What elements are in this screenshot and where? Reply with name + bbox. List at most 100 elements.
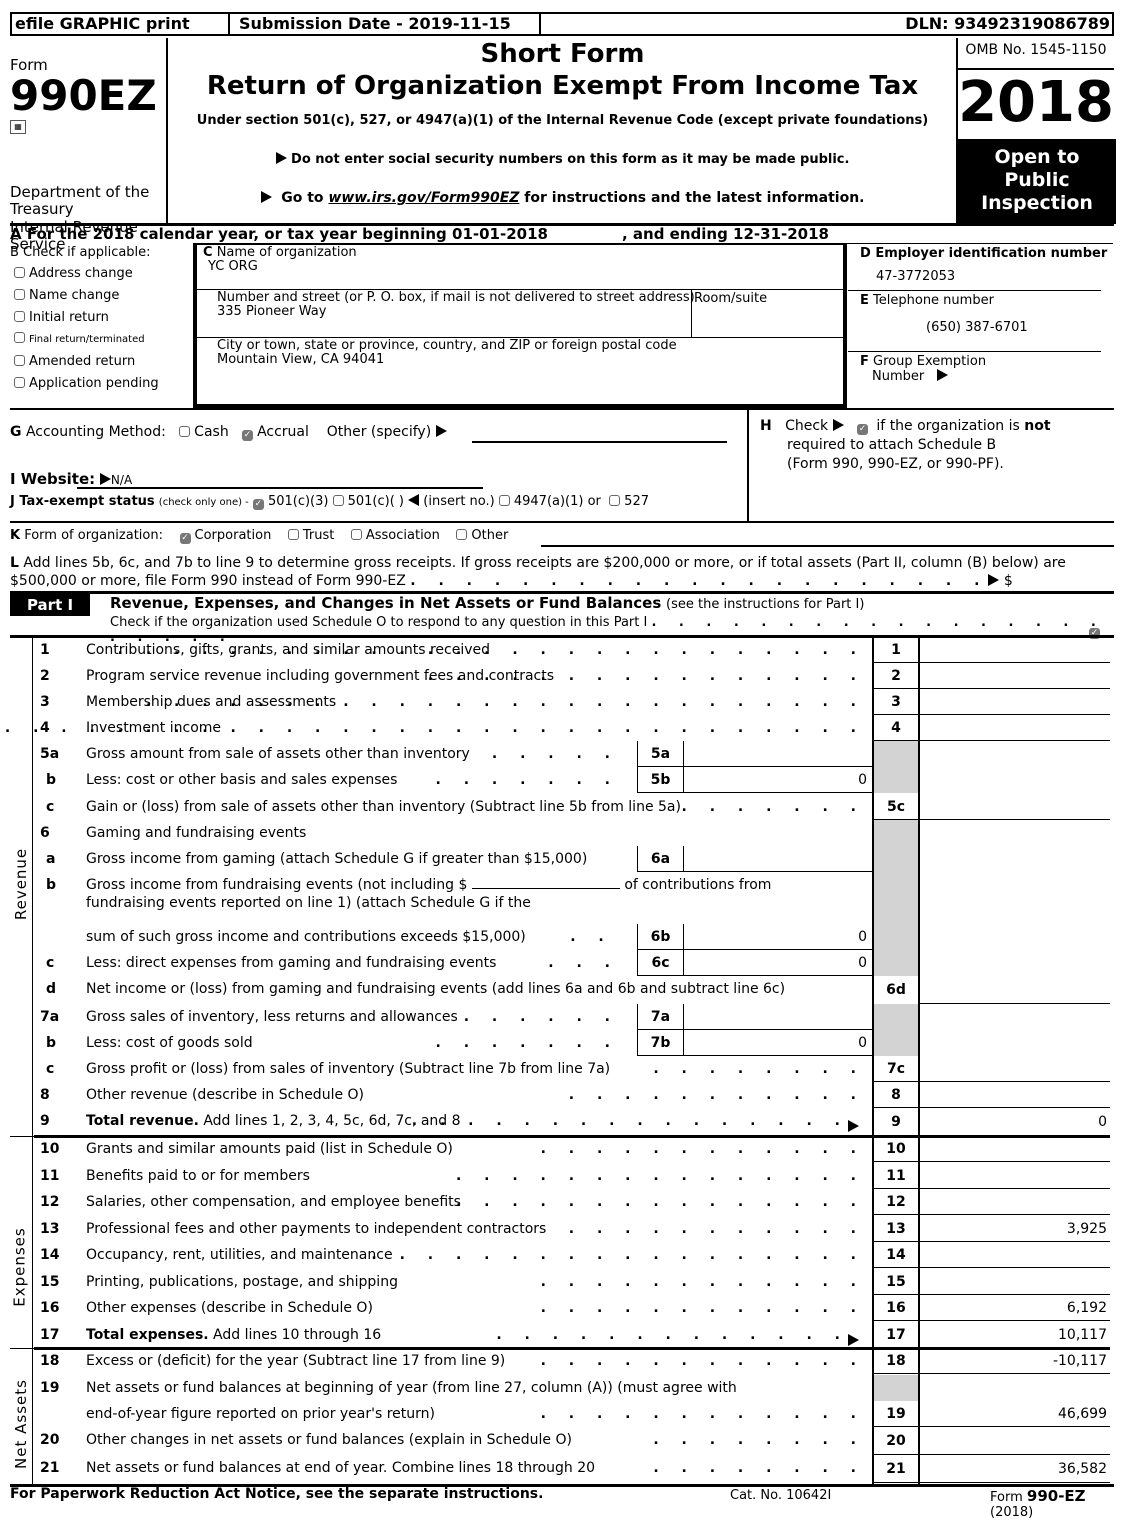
leader-dots: . . . . . . .: [681, 799, 865, 815]
option-501c[interactable]: 501(c)( ): [332, 494, 404, 509]
schedule-b-checkbox[interactable]: ✓: [856, 424, 868, 435]
pdf-icon[interactable]: ▦: [10, 120, 26, 134]
line-number: d: [46, 981, 57, 997]
option-application-pending[interactable]: Application pending: [14, 373, 159, 395]
sub-amount-field[interactable]: 7b 0: [637, 1030, 873, 1056]
sub-line-label: 6a: [638, 846, 684, 871]
line-a-begin: A For the 2018 calendar year, or tax yea…: [10, 225, 548, 243]
option-final-return[interactable]: Final return/terminated: [14, 329, 159, 351]
city-field[interactable]: City or town, state or province, country…: [217, 339, 677, 367]
radio-icon[interactable]: [14, 355, 25, 366]
section-e[interactable]: E Telephone number (650) 387-6701: [860, 293, 1028, 335]
open-line-1: Open to: [994, 146, 1080, 168]
option-label: Final return/terminated: [29, 334, 145, 345]
table-row: 7a Gross sales of inventory, less returns…: [0, 1004, 1129, 1030]
amount-value[interactable]: 10,117: [920, 1322, 1110, 1348]
line-label: Benefits paid to or for members: [86, 1168, 310, 1184]
year-block: OMB No. 1545-1150 2018 Open to Public In…: [956, 38, 1116, 224]
table-row: d Net income or (loss) from gaming and fu…: [0, 976, 1129, 1004]
amount-value[interactable]: -10,117: [920, 1348, 1110, 1374]
leader-dots: . . . . . . . . . . . . . . . . . . . . …: [145, 694, 865, 710]
amount-value[interactable]: 3,925: [920, 1216, 1110, 1242]
line-box-label: 20: [886, 1433, 906, 1449]
line-label-3: sum of such gross income and contributio…: [86, 924, 613, 950]
option-corporation[interactable]: ✓ Corporation: [179, 528, 271, 544]
line-label: Net assets or fund balances at end of ye…: [86, 1460, 596, 1476]
table-row: 5a Gross amount from sale of assets other…: [0, 741, 1129, 767]
radio-icon[interactable]: [350, 529, 362, 540]
line-number: c: [46, 1061, 55, 1077]
sub-amount-field[interactable]: 6c 0: [637, 950, 873, 976]
radio-icon[interactable]: [609, 495, 621, 506]
checkbox-checked-icon[interactable]: ✓: [252, 499, 264, 510]
option-501c3[interactable]: ✓ 501(c)(3): [252, 494, 328, 510]
option-address-change[interactable]: Address change: [14, 263, 159, 285]
radio-icon[interactable]: [332, 495, 344, 506]
checkbox-checked-icon[interactable]: ✓: [179, 533, 191, 544]
leader-dots: . . . . . .: [463, 1009, 619, 1025]
e-letter: E: [860, 293, 869, 308]
option-cash[interactable]: Cash: [179, 424, 229, 440]
option-4947[interactable]: 4947(a)(1) or: [498, 494, 601, 509]
other-form-input[interactable]: [541, 545, 1114, 547]
amount-value[interactable]: 0: [920, 1108, 1110, 1136]
line-label: Gross sales of inventory, less returns a…: [86, 1009, 458, 1025]
option-association[interactable]: Association: [350, 528, 440, 543]
radio-icon[interactable]: [287, 529, 299, 540]
line-label-2: fundraising events reported on line 1) (…: [86, 895, 531, 911]
radio-icon[interactable]: [179, 426, 191, 437]
line-label-2-text: end-of-year figure reported on prior yea…: [86, 1406, 435, 1422]
line-label: Gross profit or (loss) from sales of inv…: [86, 1061, 611, 1077]
shaded-cell: [874, 820, 918, 846]
website-value[interactable]: N/A: [111, 473, 132, 487]
sub-amount-field[interactable]: 5b 0: [637, 767, 873, 793]
leader-dots: . . . . . . . . . . . .: [540, 1141, 865, 1157]
option-name-change[interactable]: Name change: [14, 285, 159, 307]
sub-line-label: 7b: [638, 1030, 684, 1055]
website-underline: [77, 487, 483, 489]
radio-icon[interactable]: [14, 267, 25, 278]
line-label: Excess or (deficit) for the year (Subtra…: [86, 1353, 506, 1369]
radio-icon[interactable]: [498, 495, 510, 506]
checkbox-checked-icon[interactable]: ✓: [242, 430, 254, 441]
option-527[interactable]: 527: [609, 494, 649, 509]
sub-amount-field[interactable]: 6a: [637, 846, 873, 872]
option-initial-return[interactable]: Initial return: [14, 307, 159, 329]
line-number: 9: [40, 1113, 50, 1129]
amount-value[interactable]: 36,582: [920, 1455, 1110, 1483]
option-trust[interactable]: Trust: [287, 528, 334, 543]
amount-value[interactable]: 46,699: [920, 1401, 1110, 1427]
sub-amount-field[interactable]: 5a: [637, 741, 873, 767]
amount-value[interactable]: 6,192: [920, 1295, 1110, 1321]
street-field[interactable]: Number and street (or P. O. box, if mail…: [217, 291, 695, 319]
option-accrual[interactable]: ✓ Accrual: [242, 424, 309, 441]
dept-line-1: Department of the: [10, 183, 150, 201]
line-label-1: Gross income from fundraising events (no…: [86, 877, 468, 893]
radio-icon[interactable]: [456, 529, 468, 540]
option-other[interactable]: Other: [456, 528, 508, 543]
sub-amount-field[interactable]: 6b 0: [637, 924, 873, 950]
line-number: c: [46, 799, 55, 815]
line-number: 16: [40, 1300, 60, 1316]
h-check-label: Check: [785, 418, 829, 434]
org-name-field[interactable]: C Name of organization YC ORG: [203, 246, 357, 274]
room-suite-field[interactable]: Room/suite: [694, 291, 767, 306]
radio-icon[interactable]: [14, 311, 25, 322]
contributions-input[interactable]: [471, 888, 620, 889]
section-f[interactable]: F Group Exemption Number: [860, 354, 986, 384]
option-amended-return[interactable]: Amended return: [14, 351, 159, 373]
accounting-label: Accounting Method:: [25, 424, 166, 440]
sub-amount-value: 0: [858, 929, 867, 945]
line-label: Printing, publications, postage, and shi…: [86, 1274, 398, 1290]
cash-label: Cash: [194, 424, 229, 440]
section-d[interactable]: D Employer identification number 47-3772…: [860, 246, 1107, 284]
radio-icon[interactable]: [14, 377, 25, 388]
irs-link[interactable]: www.irs.gov/Form990EZ: [328, 190, 519, 206]
arrow-icon: [832, 419, 844, 431]
cat-number: Cat. No. 10642I: [730, 1488, 832, 1503]
radio-icon[interactable]: [14, 289, 25, 300]
radio-icon[interactable]: [14, 332, 25, 343]
line-box-label: 8: [891, 1087, 901, 1103]
other-specify-input[interactable]: [472, 441, 727, 443]
sub-amount-field[interactable]: 7a: [637, 1004, 873, 1030]
